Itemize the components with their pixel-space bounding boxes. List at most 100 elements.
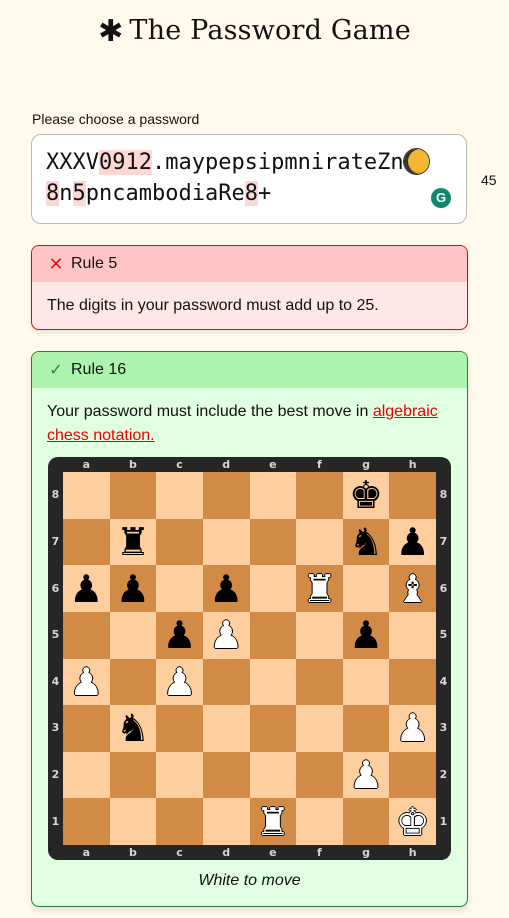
grammarly-icon[interactable]: G	[431, 188, 451, 208]
square-d3[interactable]	[202, 705, 250, 752]
square-g8[interactable]: ♚	[342, 472, 390, 519]
black-knight-icon[interactable]: ♞	[343, 519, 390, 566]
square-e2[interactable]	[249, 751, 297, 799]
square-b3[interactable]: ♞	[109, 705, 157, 752]
square-a1[interactable]	[63, 798, 110, 845]
square-g1[interactable]	[342, 798, 390, 845]
square-b8[interactable]	[109, 472, 157, 519]
square-c4[interactable]: ♟	[156, 658, 203, 706]
square-e1[interactable]: ♜	[249, 798, 297, 845]
password-label: Please choose a password	[32, 111, 200, 127]
square-e6[interactable]	[249, 565, 297, 612]
white-rook-icon[interactable]: ♜	[296, 565, 343, 612]
black-pawn-icon[interactable]: ♟	[110, 565, 157, 612]
square-c5[interactable]: ♟	[156, 611, 203, 659]
square-c3[interactable]	[156, 705, 203, 752]
password-segment: .maypepsipmnirateZn	[151, 150, 404, 175]
white-pawn-icon[interactable]: ♟	[63, 659, 110, 706]
black-pawn-icon[interactable]: ♟	[156, 612, 203, 659]
square-g2[interactable]: ♟	[342, 751, 390, 799]
square-f1[interactable]	[296, 798, 343, 845]
square-a2[interactable]	[63, 751, 110, 799]
square-b1[interactable]	[109, 798, 157, 845]
square-b5[interactable]	[109, 611, 157, 659]
square-d4[interactable]	[202, 658, 250, 706]
white-king-icon[interactable]: ♚	[389, 798, 436, 845]
square-h2[interactable]	[389, 751, 436, 799]
page-title-text: The Password Game	[129, 15, 411, 46]
square-g4[interactable]	[342, 658, 390, 706]
square-a7[interactable]	[63, 518, 110, 566]
square-h1[interactable]: ♚	[389, 798, 436, 845]
password-input[interactable]: XXXV0912.maypepsipmnirateZn8n5pncambodia…	[31, 134, 467, 224]
file-label-e: e	[269, 458, 277, 471]
square-b6[interactable]: ♟	[109, 565, 157, 612]
white-bishop-icon[interactable]: ♝	[389, 565, 436, 612]
square-f7[interactable]	[296, 518, 343, 566]
square-h7[interactable]: ♟	[389, 518, 436, 566]
square-e8[interactable]	[249, 472, 297, 519]
rank-label-6: 6	[51, 581, 60, 595]
square-e4[interactable]	[249, 658, 297, 706]
square-b2[interactable]	[109, 751, 157, 799]
file-label-a: a	[82, 846, 91, 859]
rank-label-6: 6	[439, 581, 448, 595]
square-d5[interactable]: ♟	[202, 611, 250, 659]
square-f4[interactable]	[296, 658, 343, 706]
rank-label-5: 5	[51, 628, 60, 642]
square-e3[interactable]	[249, 705, 297, 752]
square-h6[interactable]: ♝	[389, 565, 436, 612]
square-h3[interactable]: ♟	[389, 705, 436, 752]
password-text[interactable]: XXXV0912.maypepsipmnirateZn8n5pncambodia…	[46, 147, 436, 209]
square-d6[interactable]: ♟	[202, 565, 250, 612]
square-a8[interactable]	[63, 472, 110, 519]
square-g3[interactable]	[342, 705, 390, 752]
square-g7[interactable]: ♞	[342, 518, 390, 566]
square-e5[interactable]	[249, 611, 297, 659]
square-c2[interactable]	[156, 751, 203, 799]
square-f8[interactable]	[296, 472, 343, 519]
white-pawn-icon[interactable]: ♟	[389, 705, 436, 752]
square-d1[interactable]	[202, 798, 250, 845]
black-knight-icon[interactable]: ♞	[110, 705, 157, 752]
asterisk-icon: ✱	[98, 14, 124, 49]
rank-label-8: 8	[51, 488, 60, 502]
square-h4[interactable]	[389, 658, 436, 706]
black-pawn-icon[interactable]: ♟	[389, 519, 436, 566]
square-a4[interactable]: ♟	[63, 658, 110, 706]
square-a5[interactable]	[63, 611, 110, 659]
black-pawn-icon[interactable]: ♟	[343, 612, 390, 659]
white-pawn-icon[interactable]: ♟	[203, 612, 250, 659]
white-pawn-icon[interactable]: ♟	[156, 659, 203, 706]
black-king-icon[interactable]: ♚	[343, 472, 390, 519]
square-e7[interactable]	[249, 518, 297, 566]
square-d8[interactable]	[202, 472, 250, 519]
square-b7[interactable]: ♜	[109, 518, 157, 566]
square-g6[interactable]	[342, 565, 390, 612]
file-label-g: g	[362, 458, 370, 471]
square-f3[interactable]	[296, 705, 343, 752]
file-label-g: g	[362, 846, 370, 859]
highlighted-digits: 0912	[98, 150, 152, 175]
square-a6[interactable]: ♟	[63, 565, 110, 612]
square-h5[interactable]	[389, 611, 436, 659]
square-c8[interactable]	[156, 472, 203, 519]
square-c7[interactable]	[156, 518, 203, 566]
black-pawn-icon[interactable]: ♟	[203, 565, 250, 612]
file-label-h: h	[408, 458, 417, 471]
square-d7[interactable]	[202, 518, 250, 566]
square-d2[interactable]	[202, 751, 250, 799]
square-b4[interactable]	[109, 658, 157, 706]
square-h8[interactable]	[389, 472, 436, 519]
square-a3[interactable]	[63, 705, 110, 752]
white-pawn-icon[interactable]: ♟	[343, 752, 390, 799]
square-f6[interactable]: ♜	[296, 565, 343, 612]
white-rook-icon[interactable]: ♜	[250, 798, 297, 845]
square-g5[interactable]: ♟	[342, 611, 390, 659]
square-c1[interactable]	[156, 798, 203, 845]
black-rook-icon[interactable]: ♜	[110, 519, 157, 566]
square-c6[interactable]	[156, 565, 203, 612]
square-f2[interactable]	[296, 751, 343, 799]
black-pawn-icon[interactable]: ♟	[63, 565, 110, 612]
square-f5[interactable]	[296, 611, 343, 659]
